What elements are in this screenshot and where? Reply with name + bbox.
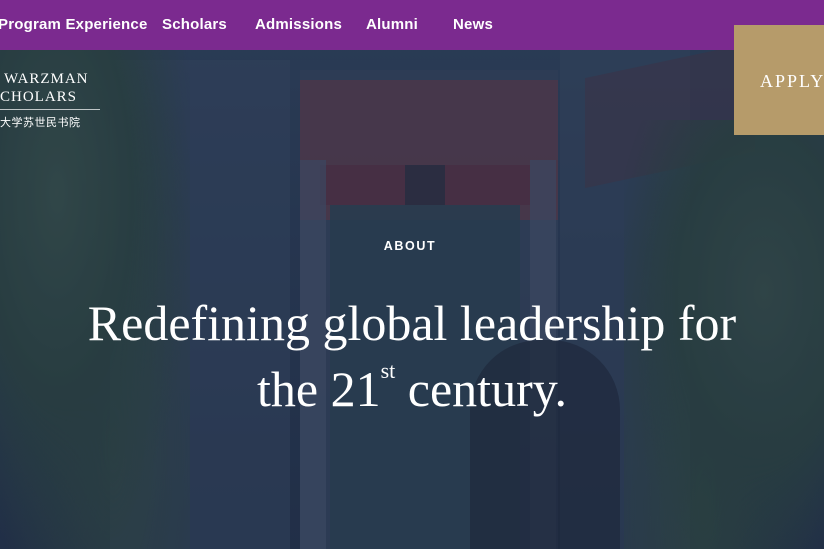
logo-wordmark-line1: WARZMAN [4,71,89,87]
hero-overlay [0,0,824,549]
nav-admissions[interactable]: Admissions [255,0,342,50]
headline-ordinal-suffix: st [380,358,396,383]
headline-line2-prefix: the 21 [257,361,381,417]
apply-button[interactable]: APPLY [734,25,824,135]
headline-line2-suffix: century. [395,361,567,417]
nav-news[interactable]: News [453,0,493,50]
headline-line1: Redefining global leadership for [87,295,737,351]
hero-background-image [0,0,824,549]
section-eyebrow: ABOUT [383,239,437,253]
logo-wordmark-line2: CHOLARS [0,89,78,105]
nav-program-experience[interactable]: Program Experience [0,0,148,50]
main-nav: Program Experience Scholars Admissions A… [0,0,824,50]
site-logo[interactable]: WARZMAN CHOLARS 大学苏世民书院 [0,70,110,130]
nav-scholars[interactable]: Scholars [162,0,227,50]
nav-alumni[interactable]: Alumni [366,0,418,50]
logo-chinese-name: 大学苏世民书院 [0,117,81,129]
logo-divider [0,109,100,110]
apply-button-label: APPLY [760,71,824,91]
hero-headline: Redefining global leadership for the 21s… [0,290,824,422]
